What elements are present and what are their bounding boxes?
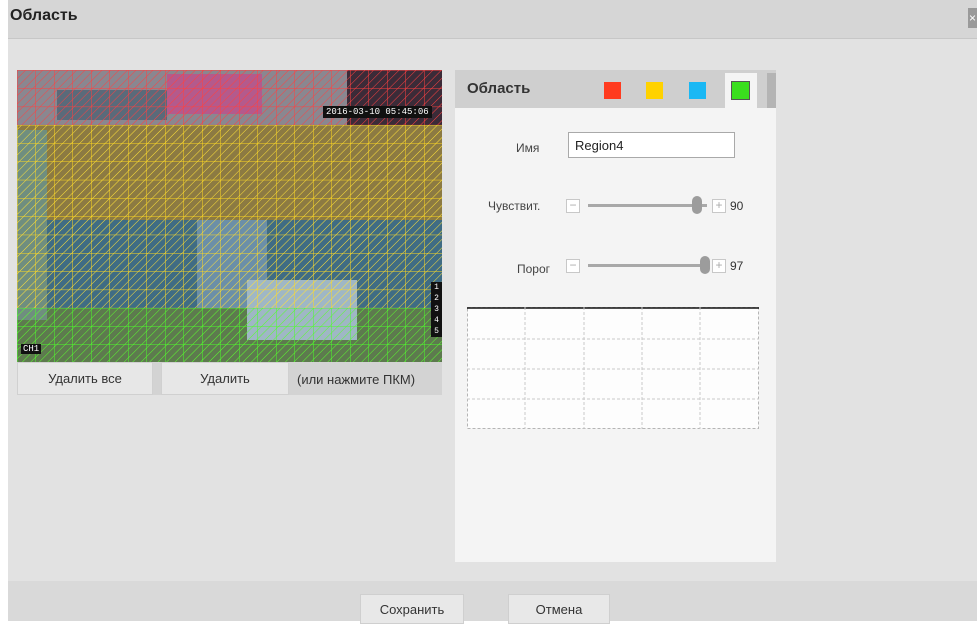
- camera-preview[interactable]: 2016-03-10 05:45:06 CH1 1 2 3 4 5: [17, 70, 442, 362]
- sensitivity-label: Чувствит.: [488, 199, 541, 213]
- sensitivity-decrease-button[interactable]: −: [566, 199, 580, 213]
- dialog-title: Область: [10, 7, 78, 24]
- panel-header-edge: [767, 73, 776, 108]
- clear-all-button[interactable]: Удалить все: [17, 362, 153, 395]
- threshold-slider-handle[interactable]: [700, 256, 710, 274]
- camera-channel-label: CH1: [21, 344, 42, 354]
- row-number: 5: [434, 327, 439, 336]
- region-color-blue-swatch[interactable]: [689, 82, 706, 99]
- region-color-yellow-swatch[interactable]: [646, 82, 663, 99]
- row-number: 1: [434, 283, 439, 292]
- motion-activity-graph: [467, 307, 759, 429]
- sensitivity-slider-handle[interactable]: [692, 196, 702, 214]
- panel-header: Область: [455, 70, 776, 108]
- right-click-hint: (или нажмите ПКМ): [297, 372, 416, 387]
- dialog-footer: Сохранить Отмена: [8, 581, 977, 624]
- threshold-decrease-button[interactable]: −: [566, 259, 580, 273]
- region-name-input[interactable]: [568, 132, 735, 158]
- sensitivity-increase-button[interactable]: +: [712, 199, 726, 213]
- threshold-value: 97: [730, 259, 744, 273]
- dialog-titlebar: Область ×: [8, 0, 977, 39]
- sensitivity-value: 90: [730, 199, 744, 213]
- threshold-label: Порог: [517, 262, 551, 276]
- row-number: 4: [434, 316, 439, 325]
- cancel-button[interactable]: Отмена: [508, 594, 610, 624]
- threshold-slider-track[interactable]: [588, 264, 707, 267]
- video-controls-bar: Удалить все Удалить (или нажмите ПКМ): [17, 362, 442, 395]
- row-number-strip: 1 2 3 4 5: [431, 282, 442, 337]
- region-color-red-swatch[interactable]: [604, 82, 621, 99]
- panel-title: Область: [467, 80, 531, 97]
- sensitivity-slider-track[interactable]: [588, 204, 707, 207]
- region-dialog: Область × 2016-03-10 05:45:06 CH1 1 2 3 …: [8, 0, 977, 624]
- name-label: Имя: [516, 141, 540, 155]
- region-settings-panel: Область Имя Чувствит. − + 90 Порог − + 9…: [455, 70, 776, 562]
- close-icon[interactable]: ×: [968, 8, 977, 28]
- region-color-green-swatch[interactable]: [731, 81, 750, 100]
- threshold-increase-button[interactable]: +: [712, 259, 726, 273]
- camera-timestamp: 2016-03-10 05:45:06: [323, 106, 432, 118]
- delete-button[interactable]: Удалить: [161, 362, 289, 395]
- row-number: 3: [434, 305, 439, 314]
- row-number: 2: [434, 294, 439, 303]
- save-button[interactable]: Сохранить: [360, 594, 464, 624]
